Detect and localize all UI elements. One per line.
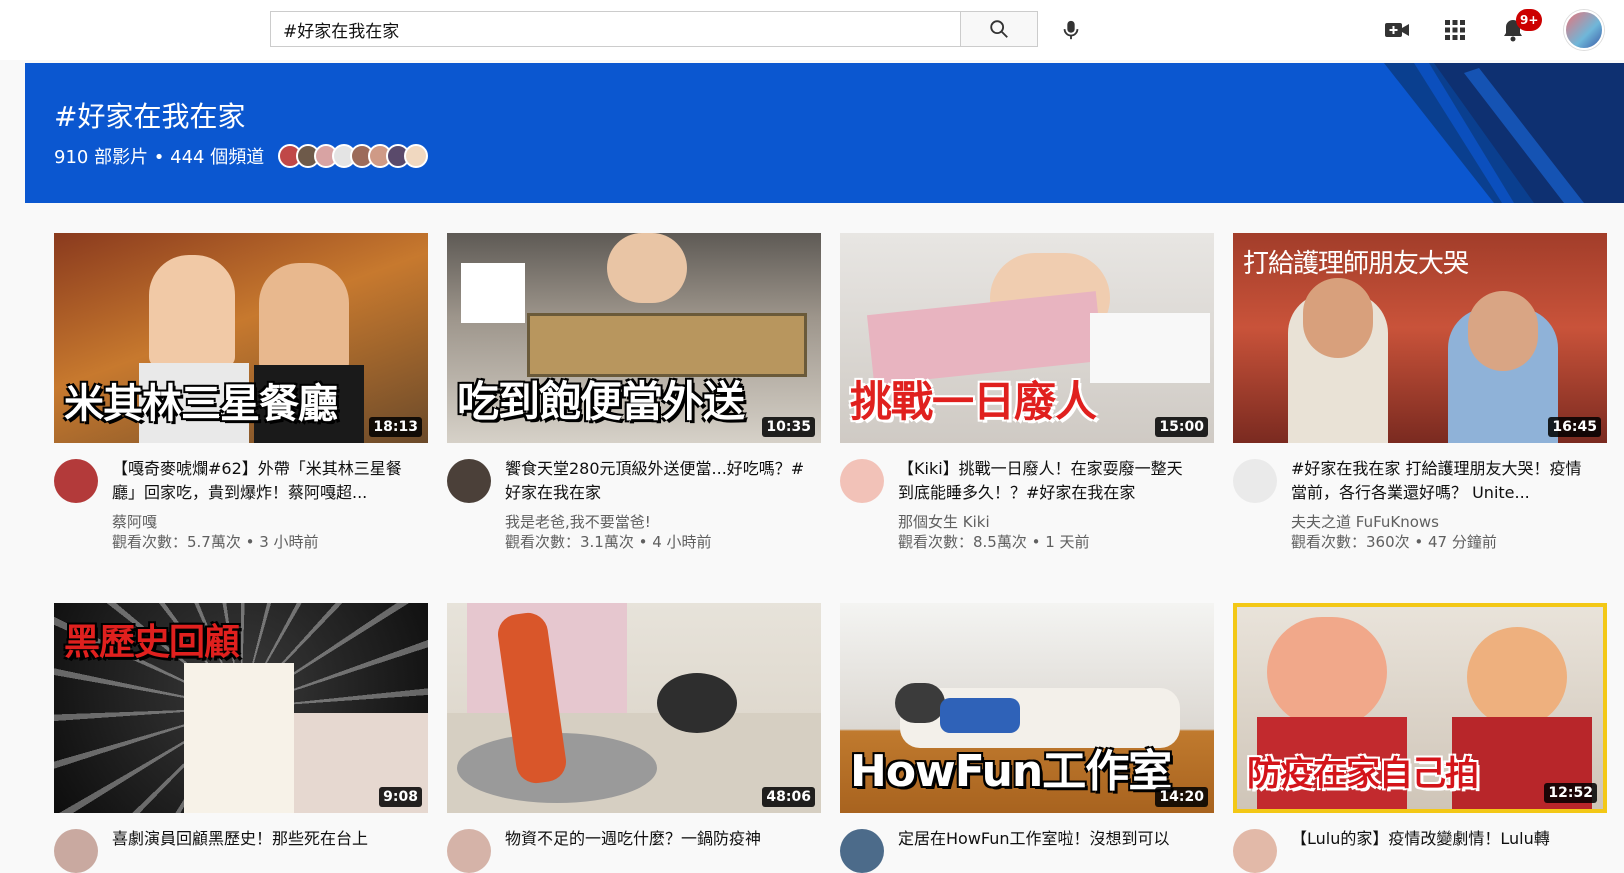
video-thumbnail[interactable]: 米其林三星餐廳 18:13 (54, 233, 428, 443)
channel-name[interactable]: 那個女生 Kiki (898, 511, 990, 532)
video-duration: 16:45 (1548, 417, 1601, 437)
video-title[interactable]: 【Lulu的家】疫情改變劇情！Lulu轉 (1291, 827, 1591, 851)
video-duration: 10:35 (762, 417, 815, 437)
thumbnail-caption: 挑戰一日廢人 (850, 377, 1097, 426)
hashtag-header: #好家在我在家 910 部影片 • 444 個頻道 (25, 63, 1624, 203)
video-title[interactable]: 喜劇演員回顧黑歷史！那些死在台上 (112, 827, 412, 851)
video-camera-plus-icon (1385, 23, 1409, 37)
thumbnail-caption: 打給護理師朋友大哭 (1243, 249, 1469, 279)
channel-avatars (278, 144, 429, 168)
microphone-icon (1063, 20, 1079, 40)
search-box[interactable] (270, 11, 966, 47)
video-thumbnail[interactable]: 防疫在家自己拍 12:52 (1233, 603, 1607, 813)
brush-stroke-decoration (1384, 63, 1624, 203)
search-icon (990, 20, 1008, 38)
thumbnail-caption: 米其林三星餐廳 (64, 381, 338, 427)
search-input[interactable] (271, 12, 961, 46)
create-video-button[interactable] (1380, 13, 1414, 47)
account-avatar[interactable] (1564, 10, 1604, 50)
channel-avatar[interactable] (447, 829, 491, 873)
video-title[interactable]: #好家在我在家 打給護理朋友大哭！疫情當前，各行各業還好嗎？ Unite... (1291, 457, 1591, 505)
channel-name[interactable]: 我是老爸,我不要當爸! (505, 511, 651, 532)
video-thumbnail[interactable]: 打給護理師朋友大哭 16:45 (1233, 233, 1607, 443)
video-thumbnail[interactable]: 黑歷史回顧 9:08 (54, 603, 428, 813)
video-title[interactable]: 【Kiki】挑戰一日廢人！在家耍廢一整天到底能睡多久！？#好家在我在家 (898, 457, 1198, 505)
video-duration: 9:08 (379, 787, 422, 807)
channel-avatar[interactable] (840, 829, 884, 873)
video-title[interactable]: 饗食天堂280元頂級外送便當...好吃嗎？#好家在我在家 (505, 457, 805, 505)
video-views-age: 觀看次數：5.7萬次 • 3 小時前 (112, 533, 319, 551)
video-duration: 14:20 (1155, 787, 1208, 807)
thumbnail-caption: 黑歷史回顧 (64, 622, 240, 663)
hashtag-title: #好家在我在家 (54, 100, 246, 133)
channel-avatar[interactable] (1233, 459, 1277, 503)
video-duration: 12:52 (1544, 783, 1597, 803)
video-title[interactable]: 物資不足的一週吃什麼？一鍋防疫神 (505, 827, 805, 851)
channel-avatar[interactable] (54, 829, 98, 873)
channel-avatar[interactable] (447, 459, 491, 503)
thumbnail-caption: HowFun工作室 (850, 746, 1172, 797)
apps-button[interactable] (1438, 13, 1472, 47)
channel-avatar[interactable] (840, 459, 884, 503)
notification-count-badge: 9+ (1516, 9, 1543, 31)
channel-name[interactable]: 夫夫之道 FuFuKnows (1291, 511, 1439, 532)
video-views-age: 觀看次數：360次 • 47 分鐘前 (1291, 533, 1497, 551)
video-thumbnail[interactable]: 挑戰一日廢人 15:00 (840, 233, 1214, 443)
apps-grid-icon (1445, 20, 1465, 40)
video-title[interactable]: 【嘎奇麥唬爛#62】外帶「米其林三星餐廳」回家吃，貴到爆炸！蔡阿嘎超... (112, 457, 412, 505)
video-thumbnail[interactable]: 吃到飽便當外送 10:35 (447, 233, 821, 443)
voice-search-button[interactable] (1054, 13, 1088, 47)
video-duration: 15:00 (1155, 417, 1208, 437)
video-thumbnail[interactable]: 48:06 (447, 603, 821, 813)
video-duration: 48:06 (762, 787, 815, 807)
channel-avatar[interactable] (1233, 829, 1277, 873)
video-thumbnail[interactable]: HowFun工作室 14:20 (840, 603, 1214, 813)
video-duration: 18:13 (369, 417, 422, 437)
channel-avatar (404, 144, 429, 168)
video-views-age: 觀看次數：8.5萬次 • 1 天前 (898, 533, 1090, 551)
channel-name[interactable]: 蔡阿嘎 (112, 511, 157, 532)
video-views-age: 觀看次數：3.1萬次 • 4 小時前 (505, 533, 712, 551)
thumbnail-caption: 防疫在家自己拍 (1247, 754, 1479, 794)
video-title[interactable]: 定居在HowFun工作室啦！沒想到可以 (898, 827, 1198, 851)
stats-text: 910 部影片 • 444 個頻道 (54, 147, 265, 168)
channel-avatar[interactable] (54, 459, 98, 503)
thumbnail-caption: 吃到飽便當外送 (457, 377, 745, 426)
top-bar: 9+ (0, 0, 1624, 60)
hashtag-stats: 910 部影片 • 444 個頻道 (54, 143, 429, 169)
search-button[interactable] (960, 11, 1038, 47)
